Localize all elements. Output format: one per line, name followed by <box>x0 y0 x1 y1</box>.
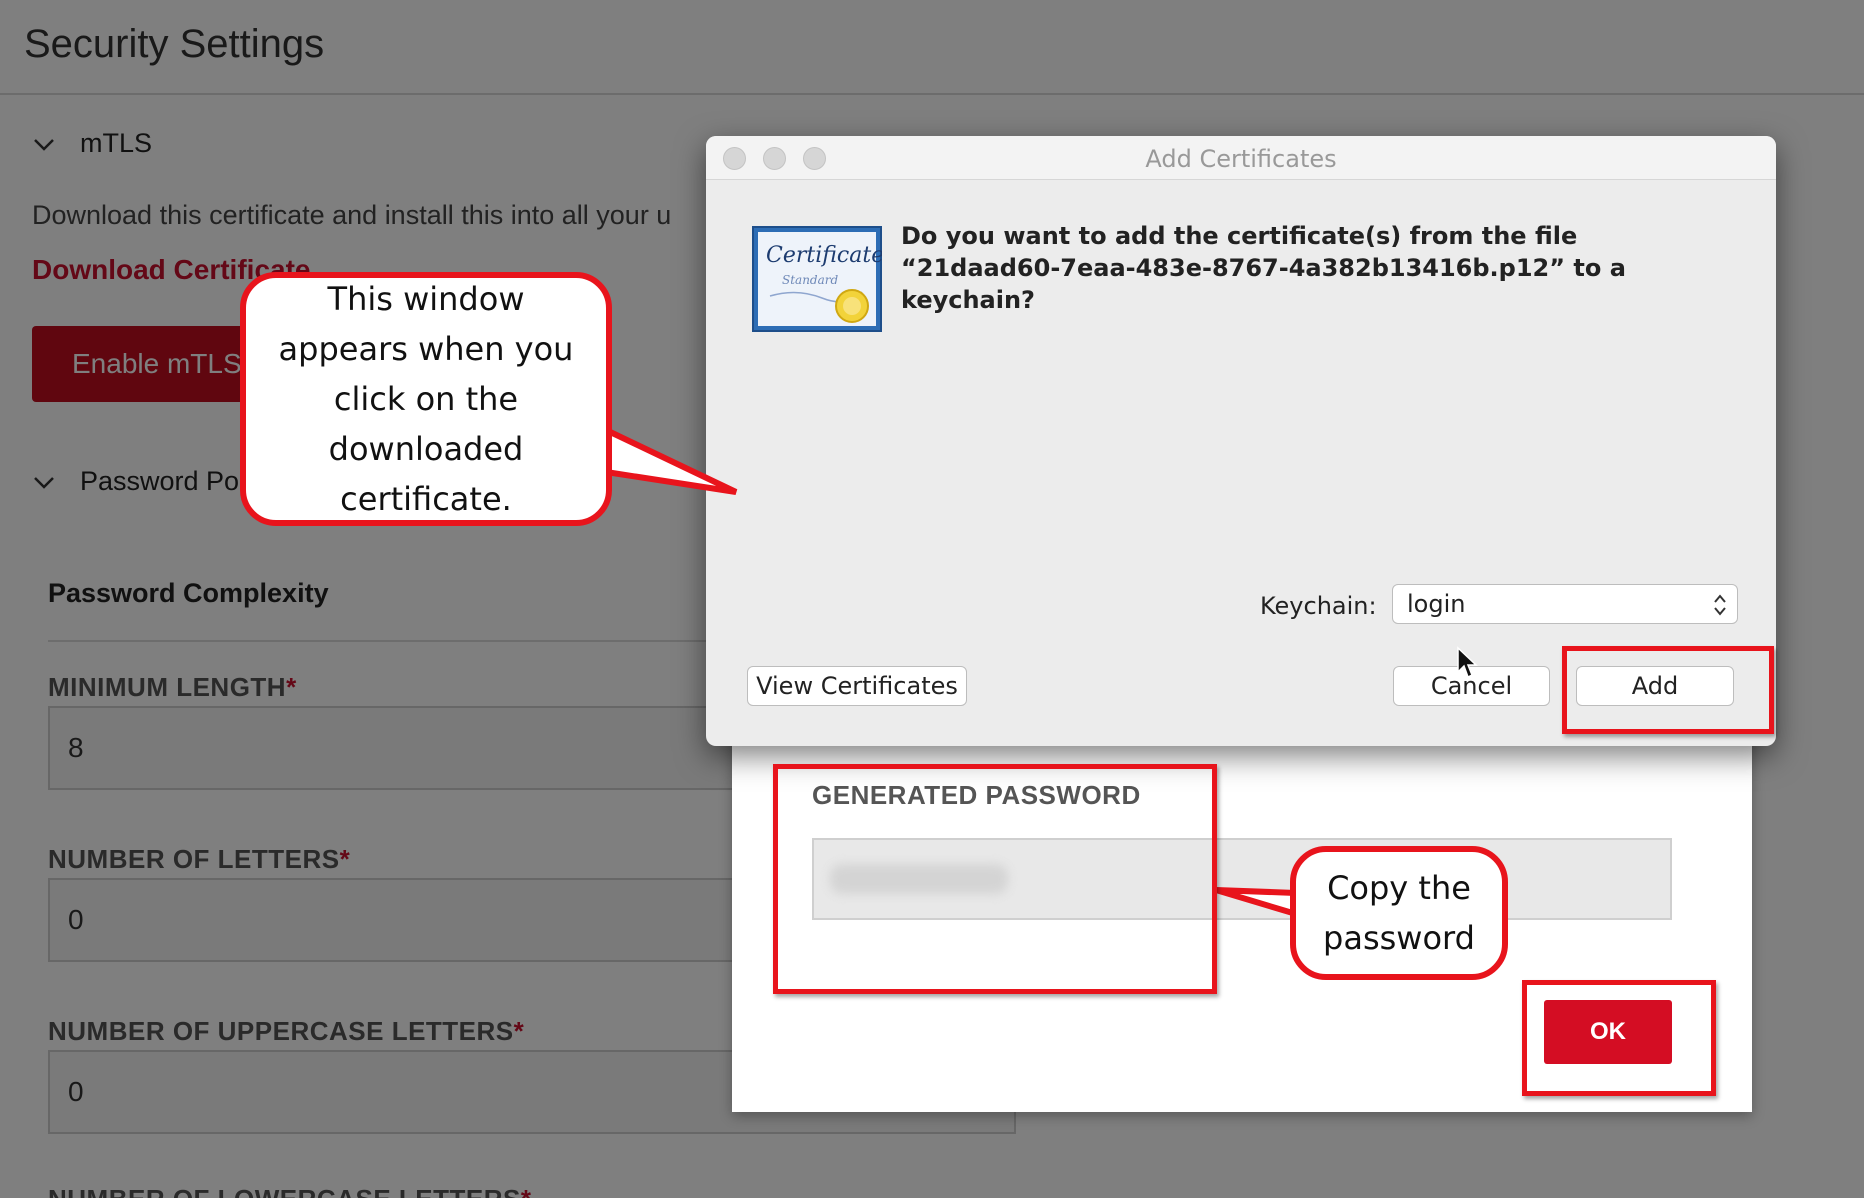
generated-password-highlight <box>773 764 1217 994</box>
add-button-highlight <box>1562 646 1774 734</box>
copy-password-callout: Copy the password <box>1290 846 1508 980</box>
ok-button-highlight <box>1522 980 1716 1096</box>
window-appears-callout: This window appears when you click on th… <box>240 272 612 526</box>
